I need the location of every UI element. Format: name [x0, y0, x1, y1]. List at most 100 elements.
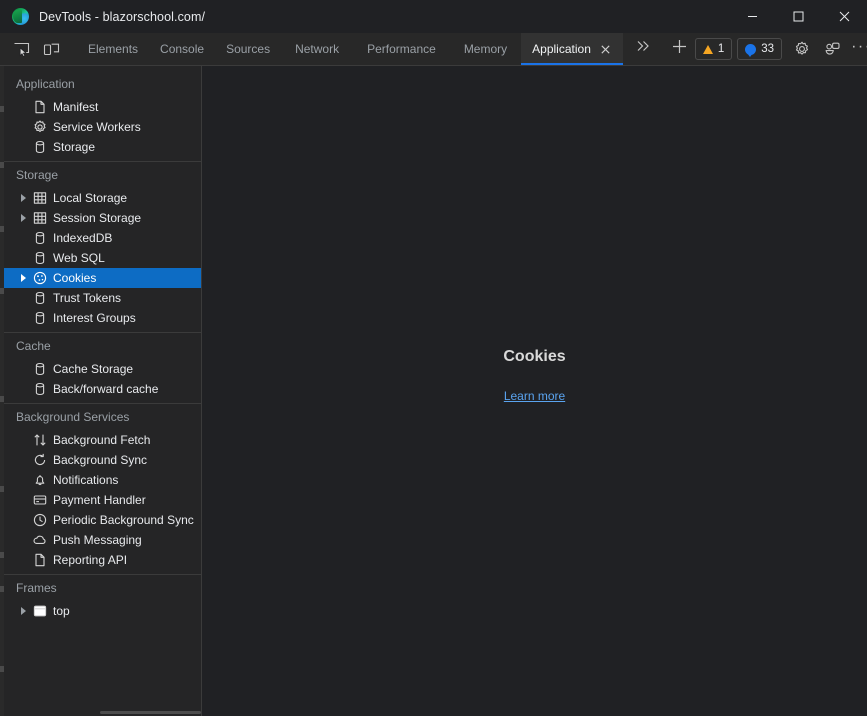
sidebar-item-label: Background Sync [50, 453, 147, 467]
sidebar-item-label: Reporting API [50, 553, 127, 567]
sidebar-item-label: Local Storage [50, 191, 127, 205]
tab-memory[interactable]: Memory [450, 33, 521, 65]
plus-icon[interactable] [666, 33, 694, 59]
database-icon [30, 291, 50, 305]
gear-icon[interactable] [788, 36, 816, 62]
sidebar-item-label: Periodic Background Sync [50, 513, 194, 527]
sidebar-item-label: Notifications [50, 473, 118, 487]
sidebar-item-payment-handler[interactable]: Payment Handler [4, 490, 201, 510]
scrollbar-thumb[interactable] [100, 711, 201, 714]
devtools-window: DevTools - blazorschool.com/ [0, 0, 867, 716]
inspect-element-icon[interactable] [7, 36, 35, 62]
sidebar-item-trust-tokens[interactable]: Trust Tokens [4, 288, 201, 308]
tab-label: Console [160, 42, 204, 56]
sidebar-item-session-storage[interactable]: Session Storage [4, 208, 201, 228]
database-icon [30, 311, 50, 325]
device-toolbar-icon[interactable] [37, 36, 65, 62]
sidebar-section-title: Background Services [4, 404, 201, 430]
empty-state: Cookies Learn more [503, 348, 565, 405]
cookie-icon [30, 271, 50, 285]
document-icon [30, 100, 50, 114]
sidebar-item-label: top [50, 604, 70, 618]
warning-badge[interactable]: 1 [695, 38, 732, 60]
clock-icon [30, 513, 50, 527]
info-count: 33 [761, 43, 774, 55]
sidebar-item-push-messaging[interactable]: Push Messaging [4, 530, 201, 550]
maximize-button[interactable] [775, 0, 821, 33]
chevron-double-right-icon[interactable] [629, 33, 657, 59]
main-panel: Cookies Learn more [202, 66, 867, 716]
database-icon [30, 231, 50, 245]
close-button[interactable] [821, 0, 867, 33]
sidebar-item-notifications[interactable]: Notifications [4, 470, 201, 490]
sidebar-item-label: Storage [50, 140, 95, 154]
sidebar-item-interest-groups[interactable]: Interest Groups [4, 308, 201, 328]
sidebar-item-manifest[interactable]: Manifest [4, 97, 201, 117]
cloud-icon [30, 533, 50, 547]
bell-icon [30, 473, 50, 487]
sidebar-item-cookies[interactable]: Cookies [4, 268, 201, 288]
arrows-up-down-icon [30, 433, 50, 447]
database-icon [30, 362, 50, 376]
sidebar-section-title: Cache [4, 333, 201, 359]
devices-settings-icon[interactable] [818, 36, 846, 62]
tab-label: Network [295, 42, 339, 56]
page-title: Cookies [503, 348, 565, 366]
warning-triangle-icon [703, 45, 713, 54]
tab-network[interactable]: Network [281, 33, 353, 65]
devtools-body: ApplicationManifestService WorkersStorag… [0, 66, 867, 716]
warning-count: 1 [718, 43, 724, 55]
sidebar-item-label: Background Fetch [50, 433, 150, 447]
message-bubble-icon [745, 44, 756, 55]
tab-performance[interactable]: Performance [353, 33, 450, 65]
tab-label: Memory [464, 42, 507, 56]
gear-icon [30, 120, 50, 134]
tab-sources[interactable]: Sources [215, 33, 281, 65]
database-icon [30, 251, 50, 265]
sidebar-item-cache-storage[interactable]: Cache Storage [4, 359, 201, 379]
frame-icon [30, 604, 50, 618]
learn-more-link[interactable]: Learn more [504, 389, 565, 403]
sidebar-item-storage[interactable]: Storage [4, 137, 201, 157]
sidebar-item-label: Push Messaging [50, 533, 142, 547]
tab-label: Performance [367, 42, 436, 56]
sidebar-item-periodic-background-sync[interactable]: Periodic Background Sync [4, 510, 201, 530]
tab-console[interactable]: Console [149, 33, 215, 65]
application-sidebar[interactable]: ApplicationManifestService WorkersStorag… [4, 66, 202, 716]
expand-arrow-icon[interactable] [16, 194, 30, 202]
expand-arrow-icon[interactable] [16, 607, 30, 615]
title-bar: DevTools - blazorschool.com/ [0, 0, 867, 33]
toolbar-right-icons: 1 33 ··· [695, 33, 867, 65]
sidebar-item-background-sync[interactable]: Background Sync [4, 450, 201, 470]
tab-elements[interactable]: Elements [77, 33, 149, 65]
info-badge[interactable]: 33 [737, 38, 782, 60]
expand-arrow-icon[interactable] [16, 214, 30, 222]
devtools-toolbar: Elements Console Sources Network Perform… [0, 33, 867, 66]
sidebar-item-label: Service Workers [50, 120, 141, 134]
more-options-icon[interactable]: ··· [847, 39, 867, 60]
sidebar-item-label: Cache Storage [50, 362, 133, 376]
tab-label: Elements [88, 42, 138, 56]
sidebar-item-label: Session Storage [50, 211, 141, 225]
sidebar-item-background-fetch[interactable]: Background Fetch [4, 430, 201, 450]
edge-logo-icon [12, 8, 29, 25]
minimize-button[interactable] [729, 0, 775, 33]
tab-label: Sources [226, 42, 270, 56]
tab-application[interactable]: Application [521, 33, 623, 65]
sidebar-item-reporting-api[interactable]: Reporting API [4, 550, 201, 570]
sidebar-item-local-storage[interactable]: Local Storage [4, 188, 201, 208]
table-icon [30, 211, 50, 225]
sidebar-item-back-forward-cache[interactable]: Back/forward cache [4, 379, 201, 399]
tab-label: Application [532, 42, 591, 56]
toolbar-left-icons [0, 33, 66, 65]
sidebar-item-web-sql[interactable]: Web SQL [4, 248, 201, 268]
sidebar-item-indexeddb[interactable]: IndexedDB [4, 228, 201, 248]
sidebar-item-service-workers[interactable]: Service Workers [4, 117, 201, 137]
expand-arrow-icon[interactable] [16, 274, 30, 282]
sync-icon [30, 453, 50, 467]
sidebar-item-top[interactable]: top [4, 601, 201, 621]
sidebar-item-label: Cookies [50, 271, 96, 285]
close-icon[interactable] [600, 43, 612, 55]
sidebar-item-label: IndexedDB [50, 231, 112, 245]
sidebar-horizontal-scrollbar[interactable] [4, 710, 201, 714]
